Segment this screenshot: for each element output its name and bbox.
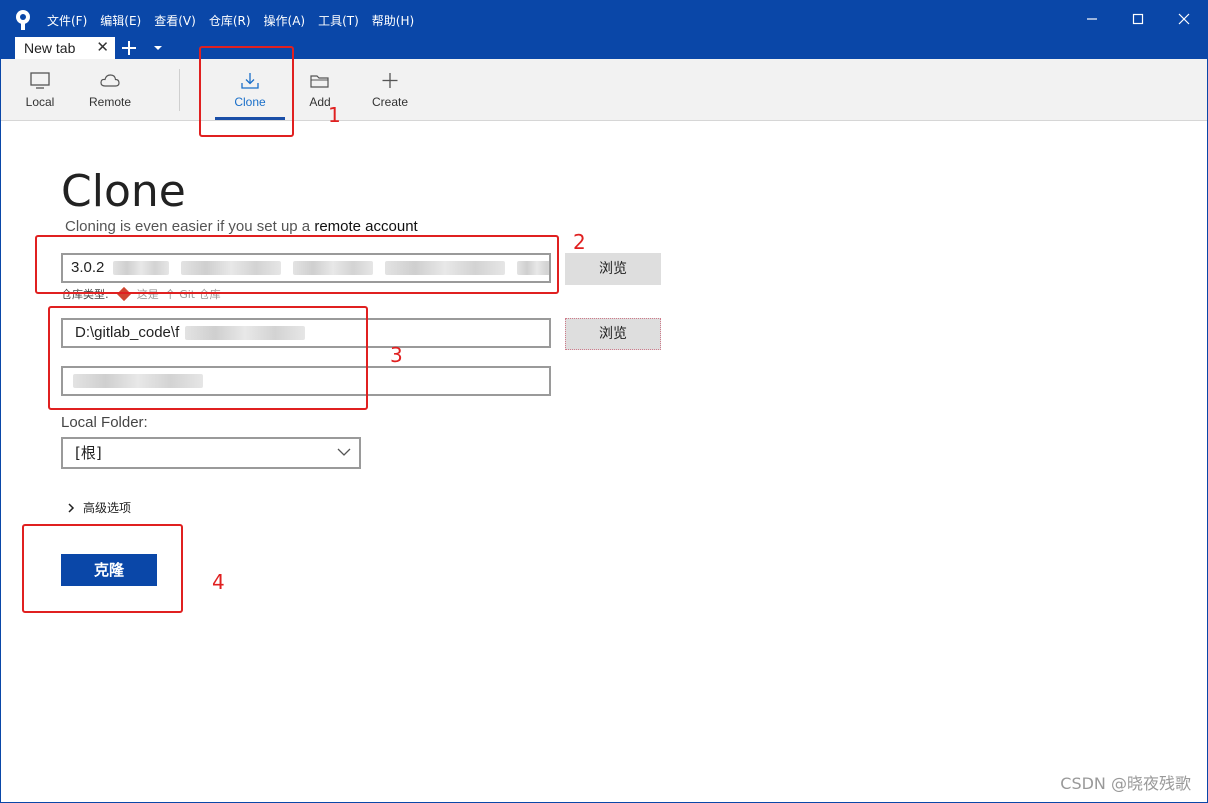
close-window-button[interactable] xyxy=(1161,1,1207,37)
cloud-icon xyxy=(100,74,120,87)
menu-bar: 文件(F) 编辑(E) 查看(V) 仓库(R) 操作(A) 工具(T) 帮助(H… xyxy=(47,12,427,29)
maximize-icon xyxy=(1132,13,1144,25)
minimize-icon xyxy=(1087,18,1097,20)
annotation-number-4: 4 xyxy=(212,570,225,594)
advanced-options-label: 高级选项 xyxy=(83,501,132,515)
annotation-box-2 xyxy=(35,235,559,294)
folder-icon xyxy=(310,75,329,88)
sourcetree-window: 文件(F) 编辑(E) 查看(V) 仓库(R) 操作(A) 工具(T) 帮助(H… xyxy=(0,0,1208,803)
toolbar-create-label: Create xyxy=(371,95,409,109)
clone-subtitle: Cloning is even easier if you set up a r… xyxy=(65,218,418,235)
chevron-down-icon xyxy=(337,448,351,456)
local-folder-select[interactable]: [根] xyxy=(61,437,361,469)
page-title: Clone xyxy=(61,166,186,217)
toolbar-create[interactable]: Create xyxy=(367,59,413,121)
menu-file[interactable]: 文件(F) xyxy=(47,12,87,29)
tab-title: New tab xyxy=(24,40,76,56)
tab-dropdown-icon[interactable] xyxy=(151,42,165,54)
chevron-right-icon xyxy=(68,502,75,513)
clone-panel: Clone Cloning is even easier if you set … xyxy=(1,122,1207,802)
browse-source-button[interactable]: 浏览 xyxy=(565,253,661,285)
title-bar: 文件(F) 编辑(E) 查看(V) 仓库(R) 操作(A) 工具(T) 帮助(H… xyxy=(1,1,1207,37)
browse-destination-button[interactable]: 浏览 xyxy=(565,318,661,350)
minimize-button[interactable] xyxy=(1069,1,1115,37)
annotation-number-2: 2 xyxy=(573,230,586,254)
toolbar-remote[interactable]: Remote xyxy=(85,59,135,121)
annotation-number-1: 1 xyxy=(328,103,341,127)
annotation-box-3 xyxy=(48,306,368,410)
close-icon xyxy=(1178,13,1190,25)
annotation-box-1 xyxy=(199,46,294,137)
toolbar-remote-label: Remote xyxy=(88,95,132,109)
tab-new[interactable]: New tab ✕ xyxy=(15,37,115,59)
menu-edit[interactable]: 编辑(E) xyxy=(100,12,141,29)
maximize-button[interactable] xyxy=(1115,1,1161,37)
tab-close-icon[interactable]: ✕ xyxy=(96,37,109,59)
advanced-options-toggle[interactable]: 高级选项 xyxy=(67,499,131,516)
sourcetree-logo-icon xyxy=(16,10,30,30)
add-tab-icon[interactable] xyxy=(119,38,139,58)
monitor-icon xyxy=(30,72,50,89)
local-folder-value: [根] xyxy=(75,444,102,462)
toolbar-local-label: Local xyxy=(25,95,55,109)
annotation-box-4 xyxy=(22,524,183,613)
menu-actions[interactable]: 操作(A) xyxy=(264,12,306,29)
plus-icon xyxy=(382,73,398,88)
toolbar-separator xyxy=(179,69,180,111)
menu-view[interactable]: 查看(V) xyxy=(154,12,196,29)
menu-help[interactable]: 帮助(H) xyxy=(372,12,414,29)
annotation-number-3: 3 xyxy=(390,343,403,367)
toolbar-local[interactable]: Local xyxy=(19,59,61,121)
watermark: CSDN @晓夜残歌 xyxy=(1060,774,1191,793)
menu-tools[interactable]: 工具(T) xyxy=(318,12,359,29)
window-controls xyxy=(1069,1,1207,37)
remote-account-link[interactable]: remote account xyxy=(314,218,417,235)
local-folder-label: Local Folder: xyxy=(61,414,148,431)
menu-repository[interactable]: 仓库(R) xyxy=(209,12,251,29)
tab-bar: New tab ✕ xyxy=(1,37,1207,59)
subtitle-text: Cloning is even easier if you set up a xyxy=(65,218,311,235)
toolbar: Local Remote Clone Add Create xyxy=(1,59,1207,121)
